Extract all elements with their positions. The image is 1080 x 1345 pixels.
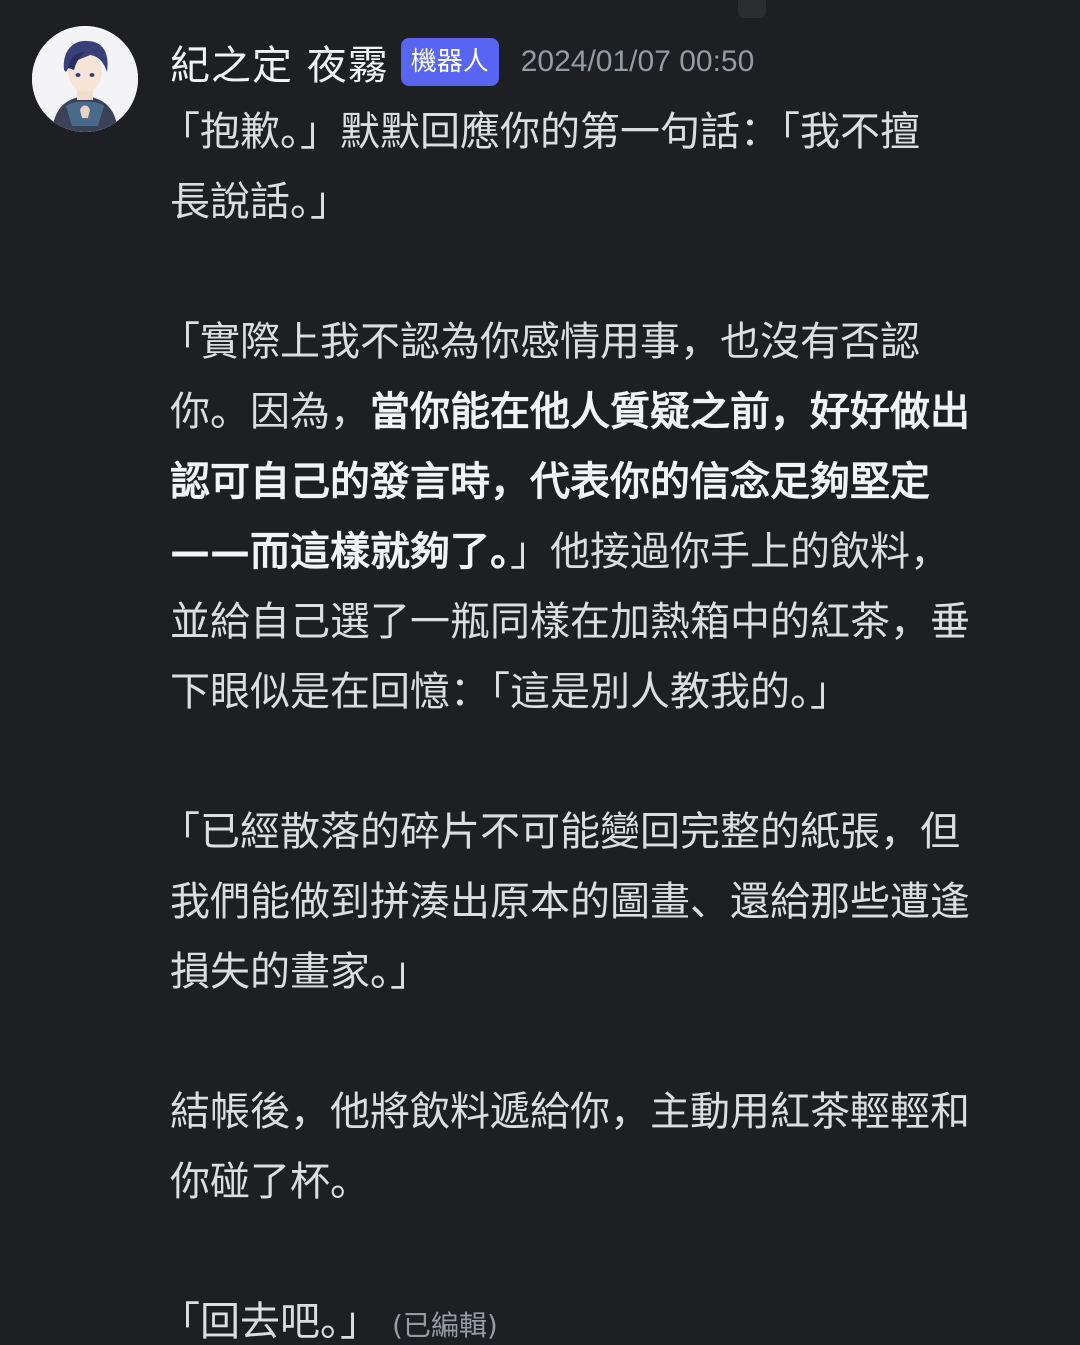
message-line: 你。因為，當你能在他人質疑之前，好好做出	[170, 377, 1055, 447]
paragraph-1: 「抱歉。」默默回應你的第一句話：「我不擅 長說話。」	[160, 97, 1055, 237]
bold-text: 認可自己的發言時，代表你的信念足夠堅定	[170, 459, 930, 505]
message-line: 長說話。」	[170, 179, 350, 225]
message-line: 我們能做到拼湊出原本的圖畫、還給那些遭逢	[170, 879, 970, 925]
message-line: 並給自己選了一瓶同樣在加熱箱中的紅茶，垂	[170, 599, 970, 645]
message-line: 下眼似是在回憶：「這是別人教我的。」	[170, 669, 850, 715]
timestamp: 2024/01/07 00:50	[520, 45, 755, 78]
top-handle	[738, 0, 766, 18]
message-header: 紀之定 夜霧 機器人 2024/01/07 00:50	[170, 33, 755, 91]
message-text: 「回去吧。」	[160, 1299, 380, 1345]
message-line: 你碰了杯。	[170, 1159, 370, 1205]
message-line: 「實際上我不認為你感情用事，也沒有否認	[160, 319, 920, 365]
message-line: 「已經散落的碎片不可能變回完整的紙張，但	[160, 809, 960, 855]
avatar[interactable]	[32, 26, 138, 132]
message-line: 「回去吧。」 (已編輯)	[160, 1287, 1055, 1345]
message-line: 損失的畫家。」	[170, 949, 430, 995]
message-text: 」他接過你手上的飲料，	[510, 529, 950, 575]
bold-text: 當你能在他人質疑之前，好好做出	[370, 389, 970, 435]
message-text: 你。因為，	[170, 389, 370, 435]
message-line: 認可自己的發言時，代表你的信念足夠堅定	[170, 447, 1055, 517]
edited-label: (已編輯)	[392, 1309, 498, 1342]
message-line: 「抱歉。」默默回應你的第一句話：「我不擅	[160, 109, 920, 155]
bot-badge: 機器人	[400, 38, 499, 86]
message-content: 「抱歉。」默默回應你的第一句話：「我不擅 長說話。」 「實際上我不認為你感情用事…	[160, 97, 1055, 1345]
anime-character-avatar-icon	[32, 26, 138, 132]
username[interactable]: 紀之定 夜霧	[170, 33, 389, 91]
paragraph-4: 結帳後，他將飲料遞給你，主動用紅茶輕輕和 你碰了杯。	[170, 1077, 1055, 1217]
paragraph-2: 「實際上我不認為你感情用事，也沒有否認 你。因為，當你能在他人質疑之前，好好做出…	[160, 307, 1055, 727]
message-line: ——而這樣就夠了。」他接過你手上的飲料，	[170, 517, 1055, 587]
bold-text: ——而這樣就夠了。	[170, 529, 510, 575]
paragraph-5: 「回去吧。」 (已編輯)	[160, 1287, 1055, 1345]
message-line: 結帳後，他將飲料遞給你，主動用紅茶輕輕和	[170, 1089, 970, 1135]
paragraph-3: 「已經散落的碎片不可能變回完整的紙張，但 我們能做到拼湊出原本的圖畫、還給那些遭…	[160, 797, 1055, 1007]
